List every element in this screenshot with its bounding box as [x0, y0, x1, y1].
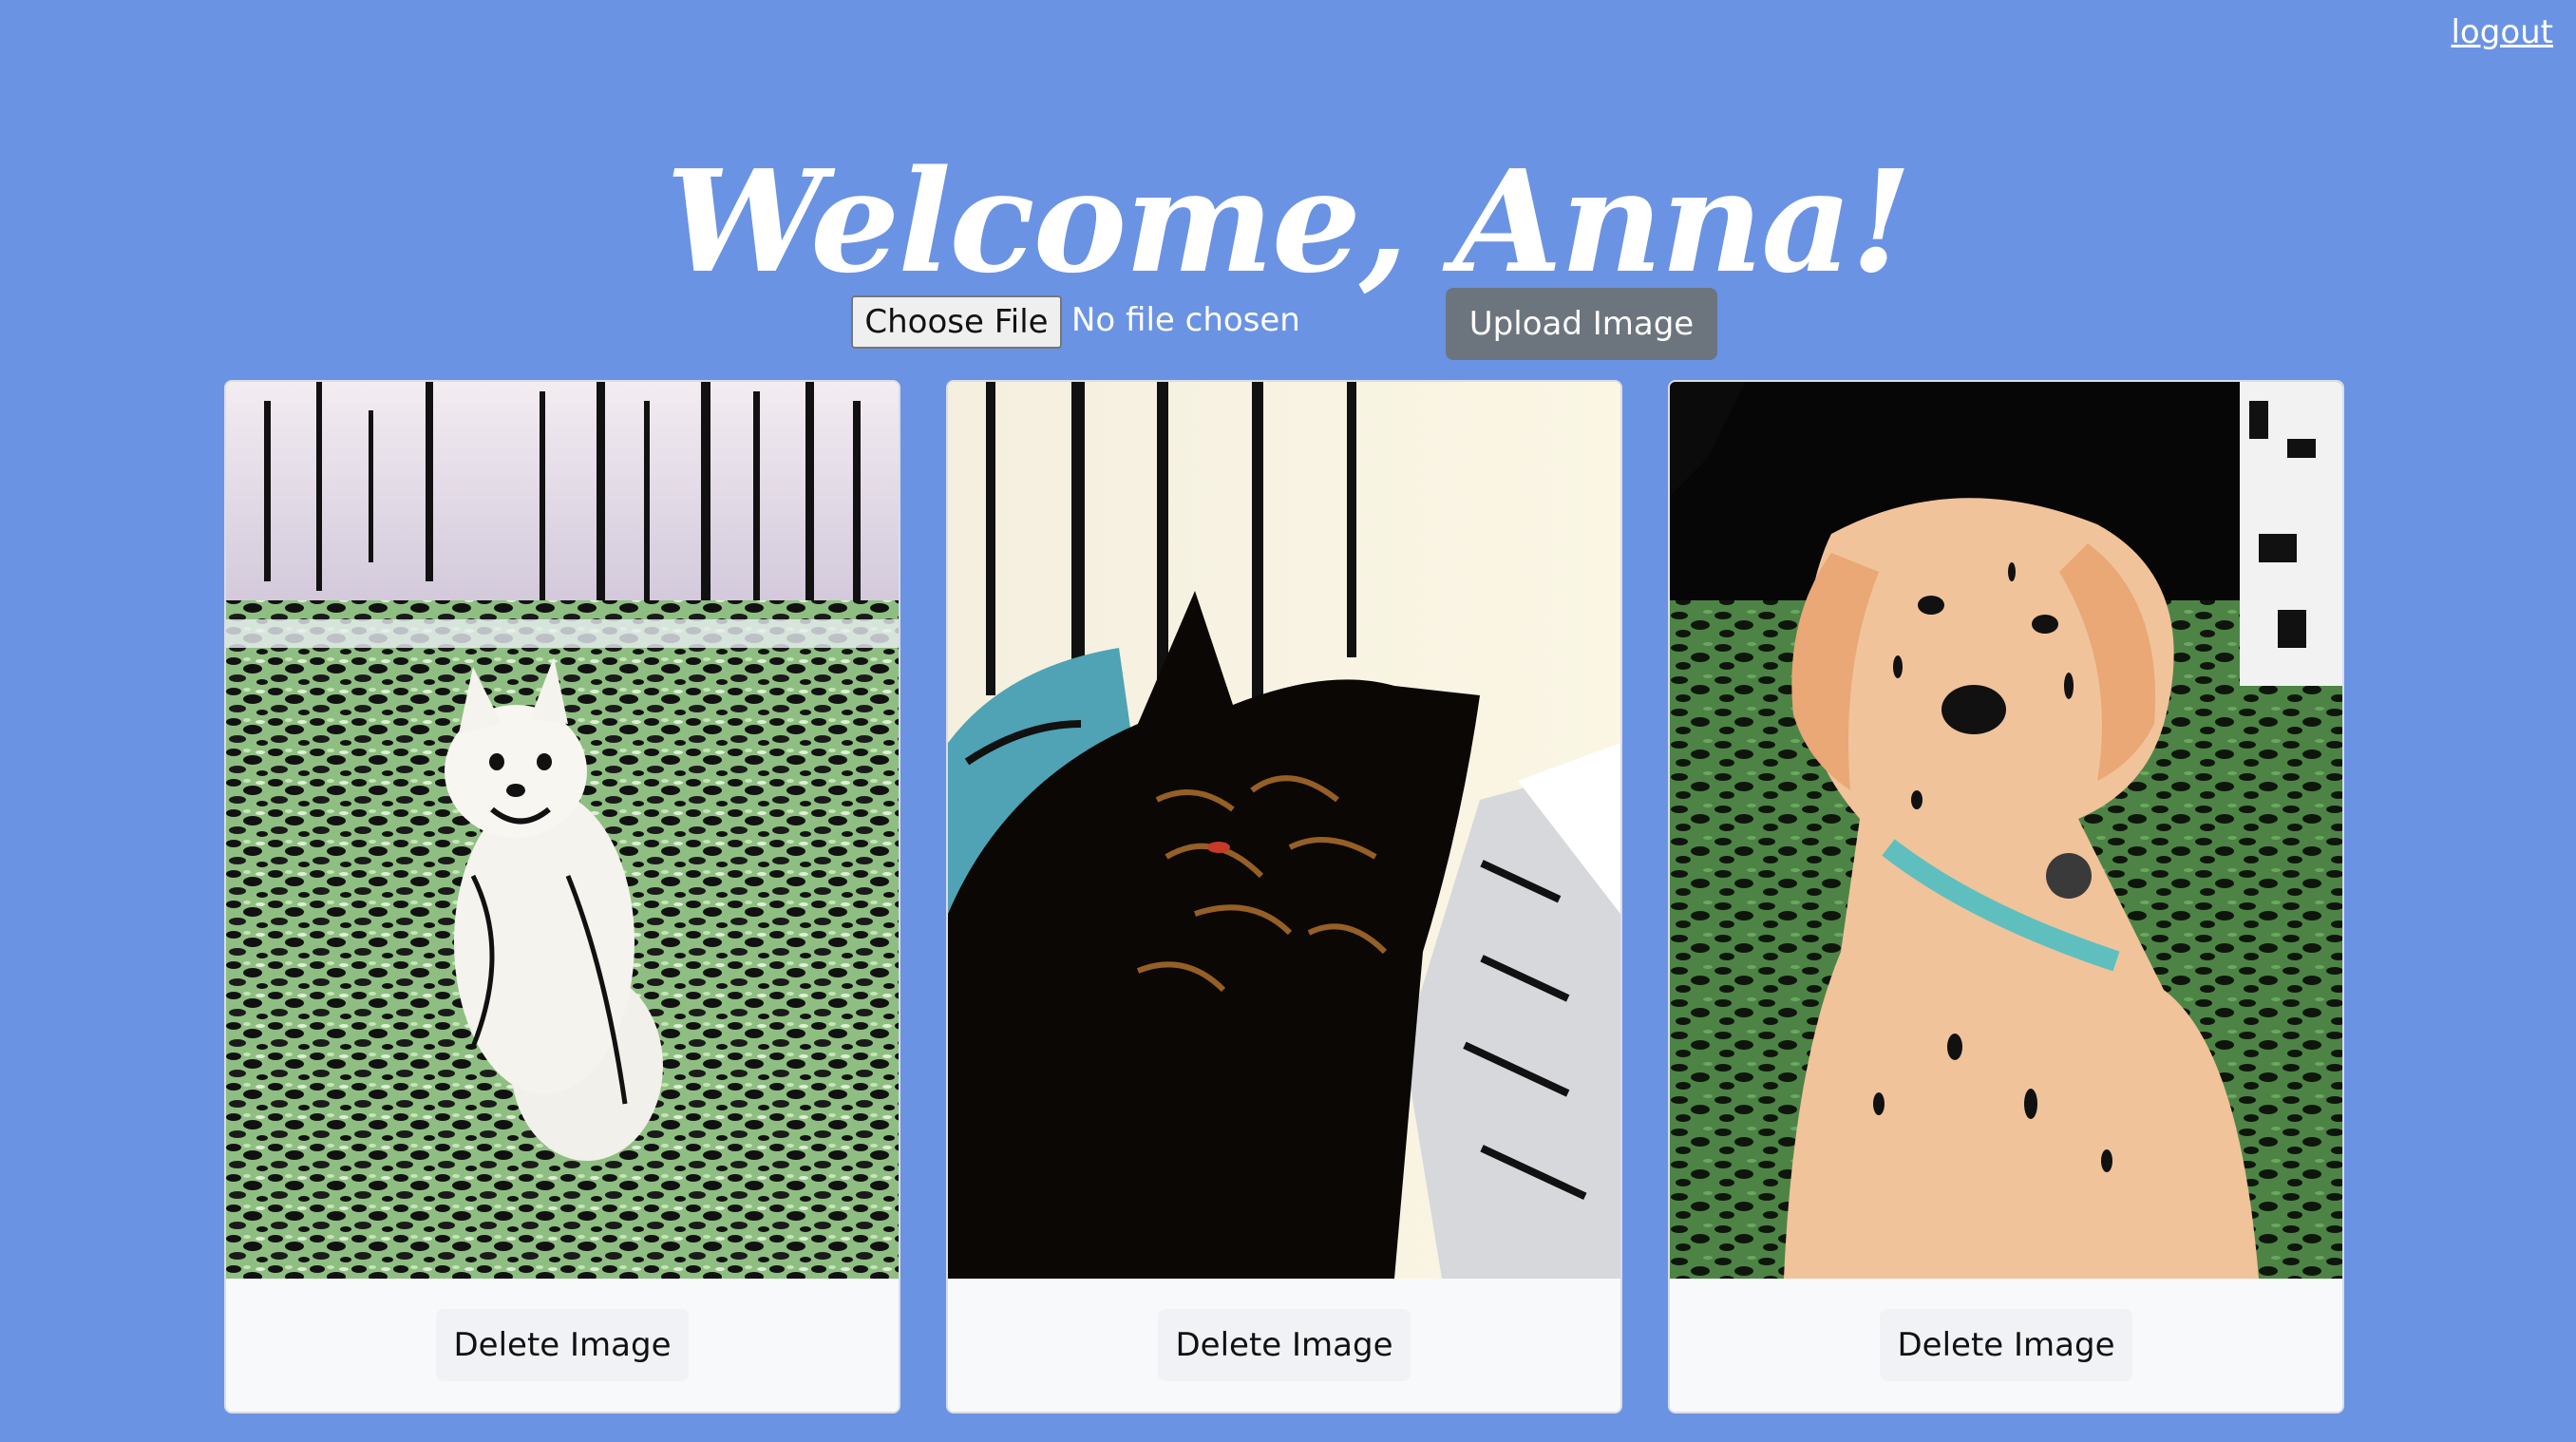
- file-status-text: No file chosen: [1071, 301, 1300, 339]
- image-card: Delete Image: [946, 380, 1622, 1414]
- card-footer: Delete Image: [226, 1279, 899, 1412]
- delete-image-button[interactable]: Delete Image: [1880, 1309, 2132, 1381]
- delete-image-button[interactable]: Delete Image: [436, 1309, 689, 1381]
- upload-bar: Choose File No file chosen Upload Image: [851, 288, 1717, 360]
- welcome-title: Welcome, Anna!: [665, 139, 1912, 305]
- puppy-image: [1670, 382, 2342, 1279]
- delete-image-button[interactable]: Delete Image: [1158, 1309, 1411, 1381]
- card-footer: Delete Image: [1670, 1279, 2342, 1412]
- image-gallery: Delete Image Delete Image Delete Image: [224, 380, 2344, 1414]
- cat-image: [948, 382, 1620, 1279]
- image-card: Delete Image: [224, 380, 900, 1414]
- logout-link[interactable]: logout: [2451, 13, 2553, 51]
- upload-image-button[interactable]: Upload Image: [1446, 288, 1717, 360]
- image-card: Delete Image: [1668, 380, 2344, 1414]
- choose-file-button[interactable]: Choose File: [851, 295, 1062, 349]
- dog-image: [226, 382, 899, 1279]
- card-footer: Delete Image: [948, 1279, 1620, 1412]
